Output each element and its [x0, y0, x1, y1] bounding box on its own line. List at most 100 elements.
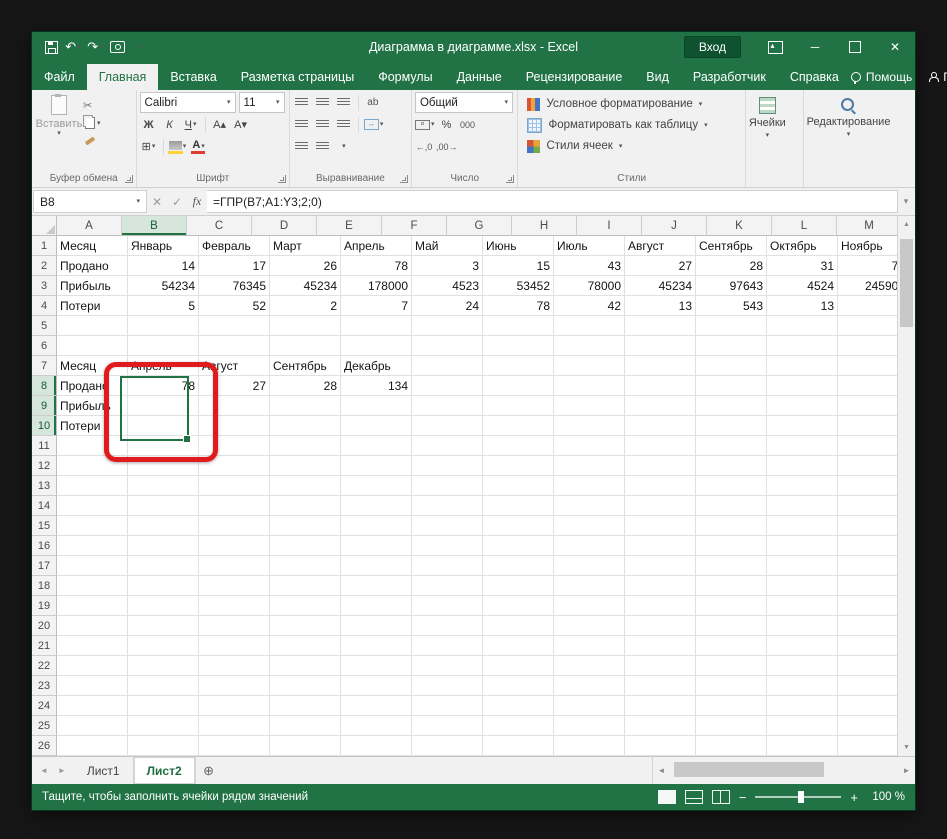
- undo-button[interactable]: ↶▾: [64, 36, 82, 58]
- cell-C9[interactable]: [199, 396, 270, 416]
- cell-I1[interactable]: Август: [625, 236, 696, 256]
- cell-K8[interactable]: [767, 376, 838, 396]
- cell-J23[interactable]: [696, 676, 767, 696]
- cell-H4[interactable]: 42: [554, 296, 625, 316]
- cell-A11[interactable]: [57, 436, 128, 456]
- cell-K14[interactable]: [767, 496, 838, 516]
- zoom-level[interactable]: 100 %: [867, 791, 905, 803]
- redo-button[interactable]: ↷▾: [86, 36, 104, 58]
- align-middle-button[interactable]: [314, 94, 332, 112]
- sheet-tab-Лист1[interactable]: Лист1: [74, 757, 134, 784]
- cell-B6[interactable]: [128, 336, 199, 356]
- cell-B21[interactable]: [128, 636, 199, 656]
- cancel-button[interactable]: ✕: [147, 195, 167, 209]
- cell-A7[interactable]: Месяц: [57, 356, 128, 376]
- cell-J11[interactable]: [696, 436, 767, 456]
- cell-A6[interactable]: [57, 336, 128, 356]
- cell-C3[interactable]: 76345: [199, 276, 270, 296]
- cell-J17[interactable]: [696, 556, 767, 576]
- minimize-button[interactable]: ─: [795, 32, 835, 62]
- format-painter-button[interactable]: [83, 134, 101, 148]
- col-header-I[interactable]: I: [577, 216, 642, 236]
- cell-G23[interactable]: [483, 676, 554, 696]
- cell-G5[interactable]: [483, 316, 554, 336]
- increase-decimal-button[interactable]: ←,0: [415, 138, 433, 156]
- cell-I20[interactable]: [625, 616, 696, 636]
- cell-L20[interactable]: [838, 616, 898, 636]
- cell-H12[interactable]: [554, 456, 625, 476]
- editing-button[interactable]: Редактирование ▾: [807, 92, 891, 187]
- page-break-view-icon[interactable]: [712, 790, 730, 804]
- cell-G6[interactable]: [483, 336, 554, 356]
- cell-F17[interactable]: [412, 556, 483, 576]
- fill-color-button[interactable]: ▾: [169, 138, 187, 156]
- col-header-J[interactable]: J: [642, 216, 707, 236]
- cell-C4[interactable]: 52: [199, 296, 270, 316]
- cell-A5[interactable]: [57, 316, 128, 336]
- col-header-H[interactable]: H: [512, 216, 577, 236]
- cell-C18[interactable]: [199, 576, 270, 596]
- ribbon-tab[interactable]: Рецензирование: [514, 64, 635, 90]
- cell-K12[interactable]: [767, 456, 838, 476]
- cell-F25[interactable]: [412, 716, 483, 736]
- cell-H6[interactable]: [554, 336, 625, 356]
- wrap-text-button[interactable]: ab: [364, 94, 382, 112]
- font-color-dropdown-icon[interactable]: ▾: [201, 143, 205, 150]
- italic-button[interactable]: К: [161, 116, 179, 134]
- cell-A8[interactable]: Продано: [57, 376, 128, 396]
- row-header-5[interactable]: 5: [32, 316, 57, 336]
- cell-K10[interactable]: [767, 416, 838, 436]
- cell-D2[interactable]: 26: [270, 256, 341, 276]
- paste-dropdown-icon[interactable]: ▾: [57, 130, 61, 137]
- row-header-12[interactable]: 12: [32, 456, 57, 476]
- cell-F6[interactable]: [412, 336, 483, 356]
- conditional-formatting-button[interactable]: Условное форматирование ▾: [521, 94, 741, 114]
- accounting-dropdown-icon[interactable]: ▾: [431, 121, 435, 128]
- cell-I13[interactable]: [625, 476, 696, 496]
- cell-L10[interactable]: [838, 416, 898, 436]
- cell-H11[interactable]: [554, 436, 625, 456]
- cell-B10[interactable]: [128, 416, 199, 436]
- save-button[interactable]: [42, 36, 60, 58]
- row-header-20[interactable]: 20: [32, 616, 57, 636]
- cell-L26[interactable]: [838, 736, 898, 756]
- cell-I22[interactable]: [625, 656, 696, 676]
- cell-E26[interactable]: [341, 736, 412, 756]
- borders-button[interactable]: ⊞▾: [140, 138, 158, 156]
- row-header-10[interactable]: 10: [32, 416, 57, 436]
- cell-D22[interactable]: [270, 656, 341, 676]
- cell-L16[interactable]: [838, 536, 898, 556]
- cell-E17[interactable]: [341, 556, 412, 576]
- col-header-A[interactable]: A: [57, 216, 122, 236]
- cell-B9[interactable]: [128, 396, 199, 416]
- ribbon-tab[interactable]: Разметка страницы: [229, 64, 366, 90]
- cell-J7[interactable]: [696, 356, 767, 376]
- cell-C8[interactable]: 27: [199, 376, 270, 396]
- cell-K1[interactable]: Октябрь: [767, 236, 838, 256]
- cell-H16[interactable]: [554, 536, 625, 556]
- cell-A26[interactable]: [57, 736, 128, 756]
- cell-B26[interactable]: [128, 736, 199, 756]
- cell-I5[interactable]: [625, 316, 696, 336]
- align-left-button[interactable]: [293, 116, 311, 134]
- cell-H23[interactable]: [554, 676, 625, 696]
- cell-D8[interactable]: 28: [270, 376, 341, 396]
- cell-I14[interactable]: [625, 496, 696, 516]
- page-layout-view-icon[interactable]: [685, 790, 703, 804]
- borders-dropdown-icon[interactable]: ▾: [152, 143, 156, 150]
- cell-G24[interactable]: [483, 696, 554, 716]
- cell-D14[interactable]: [270, 496, 341, 516]
- cell-A22[interactable]: [57, 656, 128, 676]
- cell-L7[interactable]: [838, 356, 898, 376]
- align-right-button[interactable]: [335, 116, 353, 134]
- vertical-scrollbar[interactable]: ▲ ▼: [897, 216, 915, 756]
- cell-E16[interactable]: [341, 536, 412, 556]
- cell-L12[interactable]: [838, 456, 898, 476]
- cell-E19[interactable]: [341, 596, 412, 616]
- cell-J10[interactable]: [696, 416, 767, 436]
- cell-B16[interactable]: [128, 536, 199, 556]
- close-button[interactable]: ✕: [875, 32, 915, 62]
- formula-bar-expand-icon[interactable]: ▾: [898, 196, 914, 207]
- cell-I15[interactable]: [625, 516, 696, 536]
- cell-E23[interactable]: [341, 676, 412, 696]
